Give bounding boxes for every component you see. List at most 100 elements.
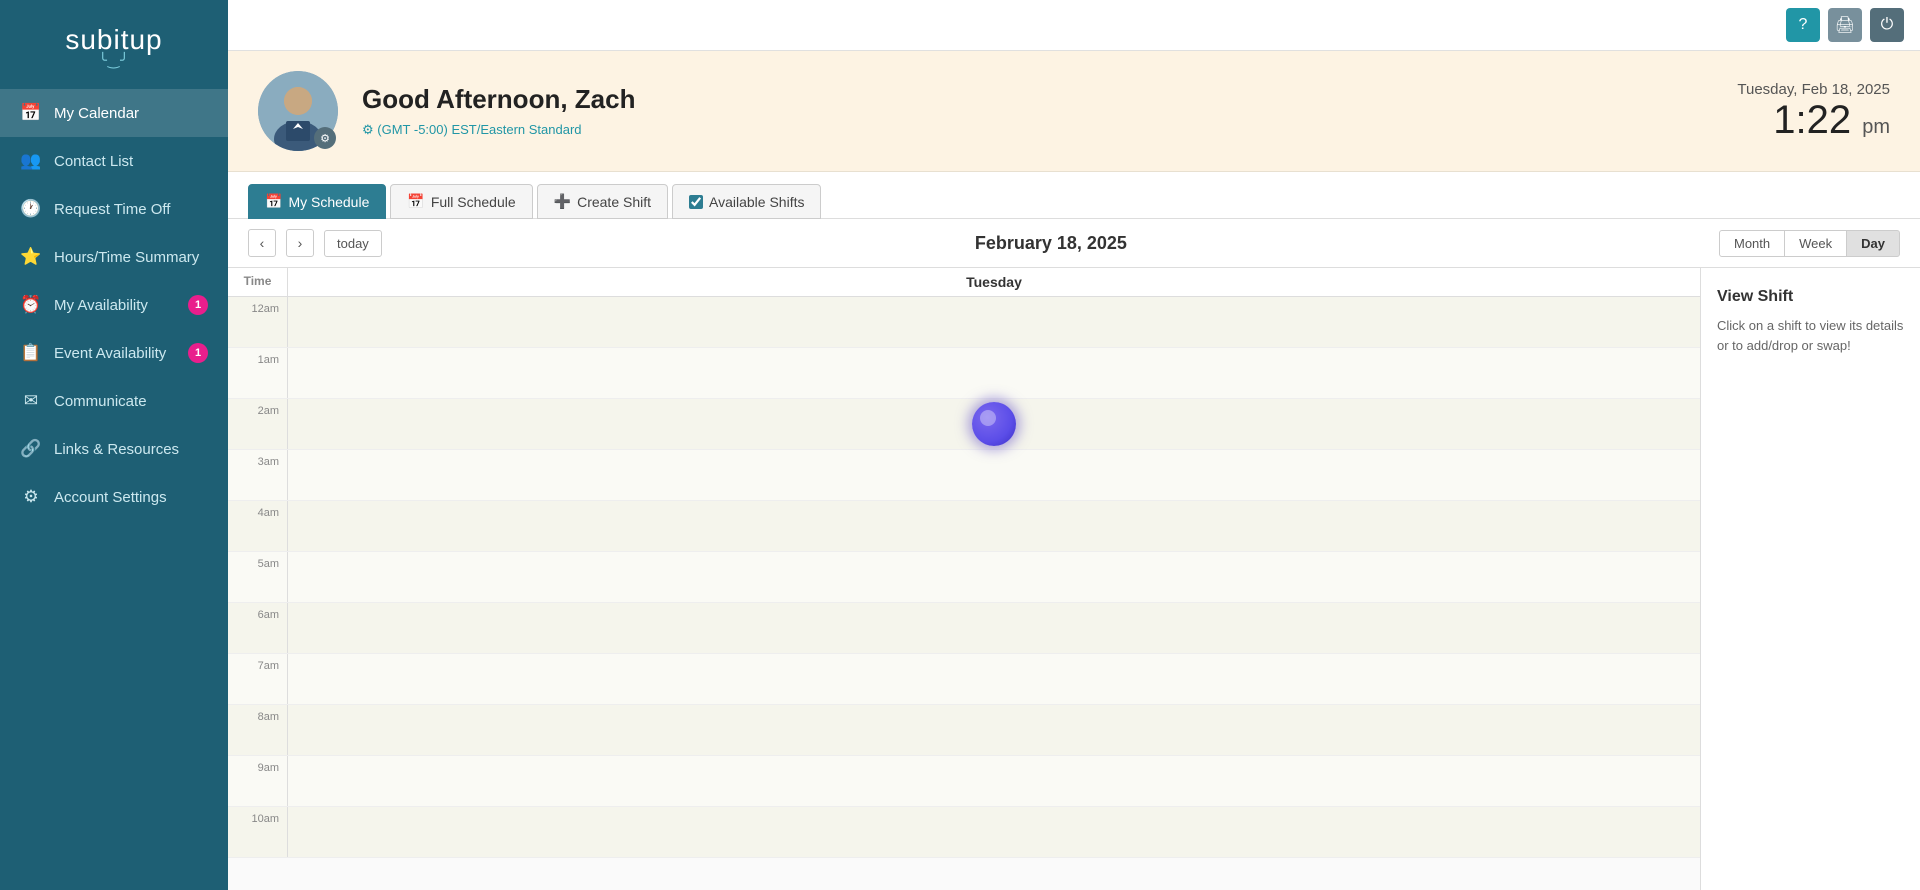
my-calendar-icon: 📅	[20, 103, 42, 123]
time-row: 1am	[228, 348, 1700, 399]
sidebar-item-label: My Availability	[54, 297, 148, 314]
tab-available-shifts[interactable]: Available Shifts	[672, 184, 821, 219]
time-slot[interactable]	[288, 756, 1700, 806]
time-row: 12am	[228, 297, 1700, 348]
main-content: ? 🖨 ⏻ ⚙ Good Afternoon, Zach	[228, 0, 1920, 890]
time-label: 6am	[228, 603, 288, 653]
avatar-edit-button[interactable]: ⚙	[314, 127, 336, 149]
time-slot[interactable]	[288, 348, 1700, 398]
print-button[interactable]: 🖨	[1828, 8, 1862, 42]
timezone-link[interactable]: ⚙ (GMT -5:00) EST/Eastern Standard	[362, 122, 582, 137]
sidebar-item-label: My Calendar	[54, 105, 139, 122]
tab-my-schedule[interactable]: 📅 My Schedule	[248, 184, 386, 219]
tab-full-schedule[interactable]: 📅 Full Schedule	[390, 184, 532, 219]
tab-create-shift[interactable]: ➕ Create Shift	[537, 184, 668, 219]
view-btn-day[interactable]: Day	[1846, 230, 1900, 257]
app-logo-smile: ╰‿╯	[20, 52, 208, 69]
time-slot[interactable]	[288, 807, 1700, 857]
account-settings-icon: ⚙	[20, 487, 42, 507]
sidebar-item-my-availability[interactable]: ⏰ My Availability 1	[0, 281, 228, 329]
time-column-header: Time	[228, 268, 288, 296]
sidebar-item-event-availability[interactable]: 📋 Event Availability 1	[0, 329, 228, 377]
time-row: 3am	[228, 450, 1700, 501]
time-label: 3am	[228, 450, 288, 500]
power-button[interactable]: ⏻	[1870, 8, 1904, 42]
sidebar: subitup ╰‿╯ 📅 My Calendar 👥 Contact List…	[0, 0, 228, 890]
calendar-controls: ‹ › today February 18, 2025 MonthWeekDay	[228, 219, 1920, 268]
time-row: 5am	[228, 552, 1700, 603]
time-label: 1am	[228, 348, 288, 398]
current-time: 1:22 pm	[1737, 98, 1890, 142]
hours-time-summary-icon: ⭐	[20, 247, 42, 267]
time-slot[interactable]	[288, 603, 1700, 653]
time-rows: 12am1am2am3am4am5am6am7am8am9am10am	[228, 297, 1700, 858]
sidebar-item-label: Contact List	[54, 153, 133, 170]
time-row: 6am	[228, 603, 1700, 654]
view-btn-month[interactable]: Month	[1719, 230, 1785, 257]
sidebar-item-label: Account Settings	[54, 489, 167, 506]
time-value: 1:22	[1773, 98, 1851, 142]
greeting-block: Good Afternoon, Zach ⚙ (GMT -5:00) EST/E…	[362, 84, 1713, 139]
sidebar-item-label: Hours/Time Summary	[54, 249, 199, 266]
sidebar-item-label: Links & Resources	[54, 441, 179, 458]
sidebar-item-contact-list[interactable]: 👥 Contact List	[0, 137, 228, 185]
badge-my-availability: 1	[188, 295, 208, 315]
right-panel-description: Click on a shift to view its details or …	[1717, 316, 1904, 355]
time-row: 7am	[228, 654, 1700, 705]
current-date: Tuesday, Feb 18, 2025	[1737, 81, 1890, 98]
avatar-wrapper: ⚙	[258, 71, 338, 151]
sidebar-item-account-settings[interactable]: ⚙ Account Settings	[0, 473, 228, 521]
time-row: 4am	[228, 501, 1700, 552]
prev-button[interactable]: ‹	[248, 229, 276, 257]
schedule-area: 📅 My Schedule 📅 Full Schedule ➕ Create S…	[228, 172, 1920, 890]
schedule-tabs: 📅 My Schedule 📅 Full Schedule ➕ Create S…	[228, 172, 1920, 219]
sidebar-item-label: Communicate	[54, 393, 147, 410]
time-label: 9am	[228, 756, 288, 806]
sidebar-item-communicate[interactable]: ✉ Communicate	[0, 377, 228, 425]
tab-label-my-schedule: My Schedule	[288, 194, 369, 210]
time-row: 9am	[228, 756, 1700, 807]
time-slot[interactable]	[288, 399, 1700, 449]
tab-icon-create-shift: ➕	[554, 193, 571, 210]
nav-menu: 📅 My Calendar 👥 Contact List 🕐 Request T…	[0, 89, 228, 521]
tab-icon-my-schedule: 📅	[265, 193, 282, 210]
time-slot[interactable]	[288, 450, 1700, 500]
sidebar-item-links-resources[interactable]: 🔗 Links & Resources	[0, 425, 228, 473]
today-button[interactable]: today	[324, 230, 382, 257]
help-button[interactable]: ?	[1786, 8, 1820, 42]
time-label: 12am	[228, 297, 288, 347]
time-label: 2am	[228, 399, 288, 449]
links-resources-icon: 🔗	[20, 439, 42, 459]
right-panel: View Shift Click on a shift to view its …	[1700, 268, 1920, 890]
time-slot[interactable]	[288, 552, 1700, 602]
time-slot[interactable]	[288, 297, 1700, 347]
available-shifts-checkbox[interactable]	[689, 195, 703, 209]
sidebar-item-hours-time-summary[interactable]: ⭐ Hours/Time Summary	[0, 233, 228, 281]
sidebar-item-request-time-off[interactable]: 🕐 Request Time Off	[0, 185, 228, 233]
time-slot[interactable]	[288, 654, 1700, 704]
tab-label-available-shifts: Available Shifts	[709, 194, 804, 210]
day-header-row: Time Tuesday	[228, 268, 1700, 297]
contact-list-icon: 👥	[20, 151, 42, 171]
view-buttons: MonthWeekDay	[1720, 230, 1900, 257]
tab-label-create-shift: Create Shift	[577, 194, 651, 210]
loading-spinner	[972, 402, 1016, 446]
tab-label-full-schedule: Full Schedule	[431, 194, 516, 210]
day-column-header: Tuesday	[288, 268, 1700, 296]
sidebar-item-my-calendar[interactable]: 📅 My Calendar	[0, 89, 228, 137]
time-slot[interactable]	[288, 501, 1700, 551]
view-btn-week[interactable]: Week	[1784, 230, 1847, 257]
time-slot[interactable]	[288, 705, 1700, 755]
calendar-body: Time Tuesday 12am1am2am3am4am5am6am7am8a…	[228, 268, 1920, 890]
time-row: 10am	[228, 807, 1700, 858]
tab-icon-full-schedule: 📅	[407, 193, 424, 210]
time-label: 4am	[228, 501, 288, 551]
event-availability-icon: 📋	[20, 343, 42, 363]
timezone-label: (GMT -5:00) EST/Eastern Standard	[377, 122, 581, 137]
right-panel-title: View Shift	[1717, 288, 1904, 306]
next-button[interactable]: ›	[286, 229, 314, 257]
header-banner: ⚙ Good Afternoon, Zach ⚙ (GMT -5:00) EST…	[228, 51, 1920, 172]
time-label: 5am	[228, 552, 288, 602]
communicate-icon: ✉	[20, 391, 42, 411]
time-label: 10am	[228, 807, 288, 857]
